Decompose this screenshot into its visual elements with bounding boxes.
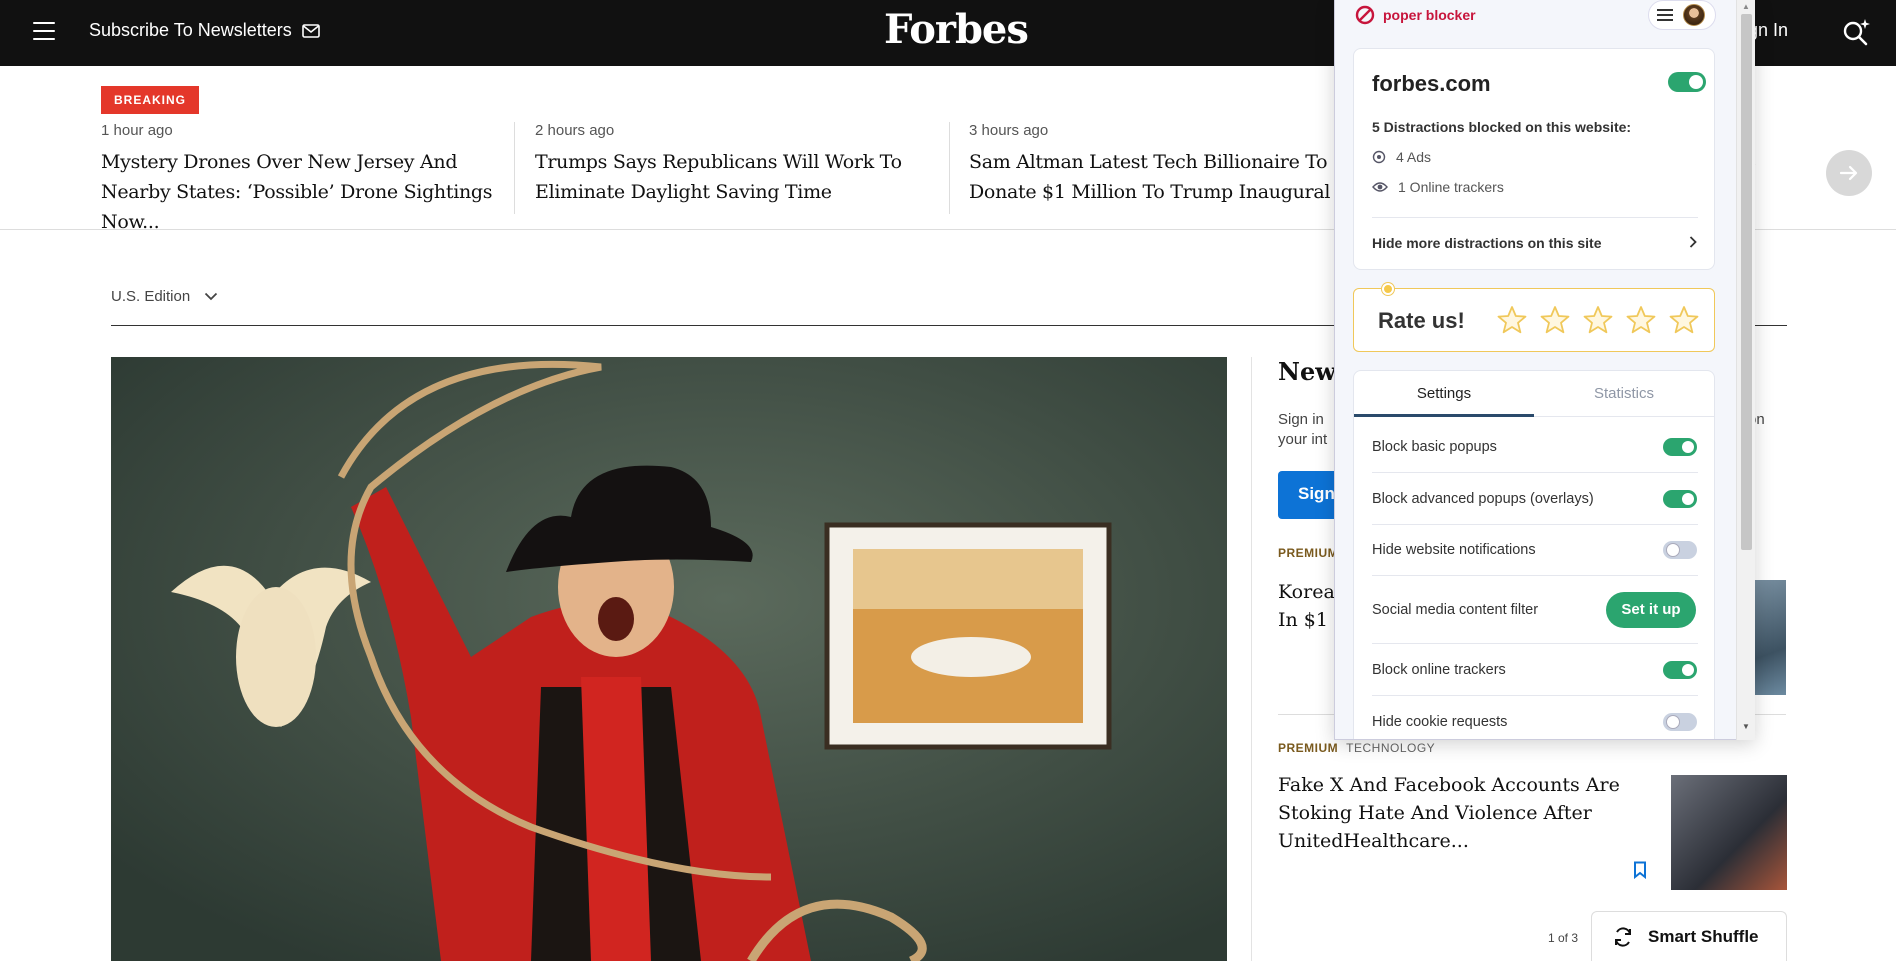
category-tag[interactable]: TECHNOLOGY <box>1346 741 1435 755</box>
row-divider <box>1372 695 1698 696</box>
block-advanced-popups-toggle[interactable] <box>1663 490 1697 508</box>
menu-icon <box>1657 6 1673 24</box>
eye-icon <box>1372 182 1388 192</box>
card-divider <box>1372 217 1698 218</box>
section-title: New <box>1278 357 1336 386</box>
rate-badge-dot <box>1382 283 1394 295</box>
news-headline[interactable]: Sam Altman Latest Tech Billionaire To Do… <box>969 147 1344 207</box>
shuffle-refresh-icon <box>1615 926 1631 947</box>
hide-cookies-toggle[interactable] <box>1663 713 1697 731</box>
blocked-summary: 5 Distractions blocked on this website: <box>1372 119 1632 135</box>
search-ai-icon[interactable] <box>1840 16 1872 48</box>
chevron-down-icon <box>205 292 218 301</box>
site-domain: forbes.com <box>1372 71 1491 96</box>
hamburger-menu-icon[interactable] <box>33 22 55 40</box>
star-icon[interactable] <box>1582 304 1614 336</box>
ads-count: 4 Ads <box>1396 149 1432 165</box>
star-icon[interactable] <box>1539 304 1571 336</box>
setting-label: Block advanced popups (overlays) <box>1372 491 1594 507</box>
story-headline[interactable]: Fake X And Facebook Accounts Are Stoking… <box>1278 771 1664 855</box>
news-time: 1 hour ago <box>101 122 173 139</box>
setting-label: Social media content filter <box>1372 602 1539 618</box>
setting-label: Hide website notifications <box>1372 542 1536 558</box>
scroll-up-arrow-icon[interactable]: ▲ <box>1742 2 1750 11</box>
news-divider <box>949 122 950 214</box>
setting-block-advanced-popups: Block advanced popups (overlays) <box>1372 491 1698 507</box>
setting-hide-cookies: Hide cookie requests <box>1372 714 1698 730</box>
set-it-up-button[interactable]: Set it up <box>1606 592 1696 628</box>
scrollbar-thumb[interactable] <box>1741 14 1752 550</box>
bookmark-icon[interactable] <box>1633 861 1647 879</box>
star-rating <box>1496 304 1700 336</box>
popup-menu-button[interactable] <box>1648 0 1716 30</box>
setting-label: Hide cookie requests <box>1372 714 1508 730</box>
star-icon[interactable] <box>1625 304 1657 336</box>
edition-selector[interactable]: U.S. Edition <box>111 288 218 305</box>
poper-brand: poper blocker <box>1355 5 1476 25</box>
poper-blocker-popup: poper blocker forbes.com 5 Distractions … <box>1334 0 1755 740</box>
tab-statistics[interactable]: Statistics <box>1534 371 1714 417</box>
poper-logo-icon <box>1355 5 1375 25</box>
premium-tag: PREMIUM <box>1278 741 1339 755</box>
hide-more-distractions-link[interactable]: Hide more distractions on this site <box>1372 235 1698 251</box>
mail-icon <box>301 23 320 38</box>
setting-label: Block online trackers <box>1372 662 1506 678</box>
story-category-label: PREMIUM TECHNOLOGY <box>1278 741 1435 755</box>
row-divider <box>1372 524 1698 525</box>
ads-blocked-row: 4 Ads <box>1372 149 1431 165</box>
premium-tag: PREMIUM <box>1278 546 1339 560</box>
star-icon[interactable] <box>1496 304 1528 336</box>
site-card: forbes.com 5 Distractions blocked on thi… <box>1353 48 1715 270</box>
breaking-badge: BREAKING <box>101 86 200 114</box>
row-divider <box>1372 472 1698 473</box>
subscribe-newsletters-link[interactable]: Subscribe To Newsletters <box>89 20 320 41</box>
hide-notifications-toggle[interactable] <box>1663 541 1697 559</box>
popup-scrollbar[interactable]: ▲ ▼ <box>1736 0 1755 740</box>
rate-us-label: Rate us! <box>1378 308 1465 333</box>
row-divider <box>1372 643 1698 644</box>
block-basic-popups-toggle[interactable] <box>1663 438 1697 456</box>
story-thumbnail[interactable] <box>1671 775 1787 890</box>
arrow-right-icon <box>1839 165 1858 181</box>
avatar <box>1683 4 1705 26</box>
setting-block-basic-popups: Block basic popups <box>1372 439 1698 455</box>
hide-more-label: Hide more distractions on this site <box>1372 235 1602 251</box>
breaking-news-item[interactable]: 3 hours ago Sam Altman Latest Tech Billi… <box>969 122 1344 214</box>
trackers-count: 1 Online trackers <box>1398 179 1504 195</box>
column-divider <box>1251 357 1252 961</box>
smart-shuffle-button[interactable]: Smart Shuffle <box>1591 911 1787 961</box>
news-time: 2 hours ago <box>535 122 615 139</box>
settings-card: Settings Statistics Block basic popups B… <box>1353 370 1715 739</box>
news-headline[interactable]: Mystery Drones Over New Jersey And Nearb… <box>101 147 516 237</box>
block-trackers-toggle[interactable] <box>1663 661 1697 679</box>
tab-settings[interactable]: Settings <box>1354 371 1534 417</box>
trackers-blocked-row: 1 Online trackers <box>1372 179 1504 195</box>
news-time: 3 hours ago <box>969 122 1049 139</box>
breaking-news-item[interactable]: 2 hours ago Trumps Says Republicans Will… <box>535 122 950 214</box>
edition-label: U.S. Edition <box>111 288 191 305</box>
setting-label: Block basic popups <box>1372 439 1497 455</box>
target-icon <box>1372 150 1386 164</box>
next-arrow-button[interactable] <box>1826 150 1872 196</box>
news-divider <box>514 122 515 214</box>
chevron-right-icon <box>1689 236 1697 248</box>
smart-shuffle-label: Smart Shuffle <box>1648 926 1759 946</box>
hero-image[interactable] <box>111 357 1227 961</box>
forbes-logo[interactable]: Forbes <box>884 6 1029 53</box>
news-headline[interactable]: Trumps Says Republicans Will Work To Eli… <box>535 147 950 207</box>
row-divider <box>1372 575 1698 576</box>
setting-block-trackers: Block online trackers <box>1372 662 1698 678</box>
star-icon[interactable] <box>1668 304 1700 336</box>
rate-us-card: Rate us! <box>1353 283 1715 352</box>
brand-name: poper blocker <box>1383 7 1476 23</box>
scroll-down-arrow-icon[interactable]: ▼ <box>1742 722 1750 731</box>
setting-hide-notifications: Hide website notifications <box>1372 542 1698 558</box>
subscribe-label: Subscribe To Newsletters <box>89 20 292 40</box>
site-enable-toggle[interactable] <box>1668 72 1706 92</box>
breaking-news-item[interactable]: 1 hour ago Mystery Drones Over New Jerse… <box>101 122 516 233</box>
page-counter: 1 of 3 <box>1548 931 1579 945</box>
